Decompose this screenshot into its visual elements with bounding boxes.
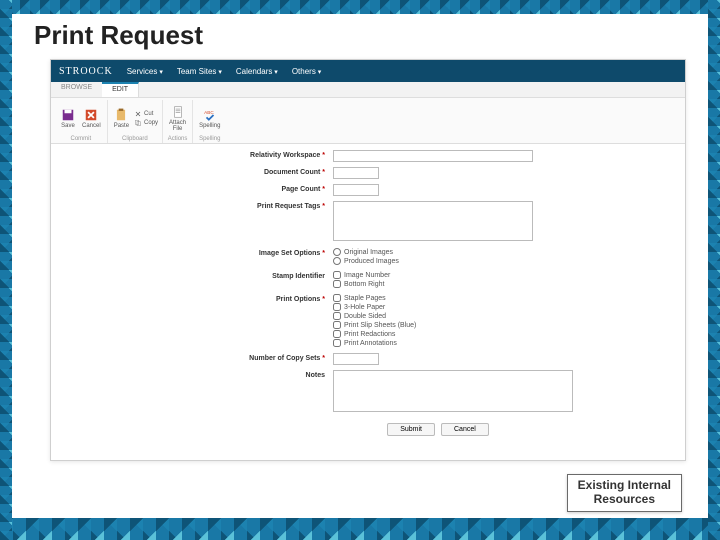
chk-annotations[interactable] [333, 339, 341, 347]
save-button[interactable]: Save [59, 107, 77, 130]
sharepoint-form-screenshot: STROOCK Services Team Sites Calendars Ot… [50, 59, 686, 461]
radio-original-images-label: Original Images [344, 249, 393, 256]
deco-top [0, 0, 720, 14]
image-set-options-group: Original Images Produced Images [333, 248, 399, 266]
copy-label: Copy [144, 120, 158, 126]
nav-calendars[interactable]: Calendars [236, 67, 278, 76]
stamp-identifier-group: Image Number Bottom Right [333, 271, 390, 289]
label-image-set-options: Image Set Options [203, 248, 333, 257]
brand-logo: STROOCK [59, 66, 113, 77]
chk-redactions[interactable] [333, 330, 341, 338]
print-request-form: Relativity Workspace Document Count Page… [203, 150, 673, 458]
cancel-icon [84, 108, 98, 122]
radio-produced-images-label: Produced Images [344, 258, 399, 265]
cancel-ribbon-label: Cancel [82, 123, 101, 129]
deco-left [0, 0, 12, 540]
input-page-count[interactable] [333, 184, 379, 196]
copy-icon [134, 119, 142, 127]
ribbon-caption-actions: Actions [168, 136, 188, 143]
radio-produced-images[interactable] [333, 257, 341, 265]
input-copy-sets[interactable] [333, 353, 379, 365]
slide-caption-line1: Existing Internal [578, 479, 671, 493]
input-print-request-tags[interactable] [333, 201, 533, 241]
label-document-count: Document Count [203, 167, 333, 176]
ribbon-caption-spelling: Spelling [199, 136, 220, 143]
ribbon-group-spelling: ABC Spelling Spelling [193, 100, 226, 143]
slide-caption: Existing Internal Resources [567, 474, 682, 512]
label-stamp-identifier: Stamp Identifier [203, 271, 333, 280]
chk-image-number-label: Image Number [344, 272, 390, 279]
label-relativity-workspace: Relativity Workspace [203, 150, 333, 159]
ribbon-caption-clipboard: Clipboard [122, 136, 148, 143]
ribbon-group-actions: Attach File Actions [163, 100, 193, 143]
label-print-request-tags: Print Request Tags [203, 201, 333, 210]
attach-file-button[interactable]: Attach File [167, 104, 188, 133]
chk-slip-sheets[interactable] [333, 321, 341, 329]
deco-right [708, 0, 720, 540]
chk-3-hole-paper-label: 3-Hole Paper [344, 304, 385, 311]
clipboard-small-col: Cut Copy [134, 110, 158, 127]
chk-slip-sheets-label: Print Slip Sheets (Blue) [344, 322, 416, 329]
deco-bottom [0, 518, 720, 540]
cut-label: Cut [144, 111, 153, 117]
input-relativity-workspace[interactable] [333, 150, 533, 162]
spelling-label: Spelling [199, 123, 220, 129]
save-icon [61, 108, 75, 122]
radio-original-images[interactable] [333, 248, 341, 256]
chk-3-hole-paper[interactable] [333, 303, 341, 311]
chk-annotations-label: Print Annotations [344, 340, 397, 347]
slide-caption-line2: Resources [578, 493, 671, 507]
label-print-options: Print Options [203, 294, 333, 303]
chk-staple-pages[interactable] [333, 294, 341, 302]
cancel-ribbon-button[interactable]: Cancel [80, 107, 103, 130]
chk-double-sided[interactable] [333, 312, 341, 320]
spelling-button[interactable]: ABC Spelling [197, 107, 222, 130]
ribbon-tabs: BROWSE EDIT [51, 82, 685, 98]
label-page-count: Page Count [203, 184, 333, 193]
copy-button[interactable]: Copy [134, 119, 158, 127]
input-notes[interactable] [333, 370, 573, 412]
print-options-group: Staple Pages 3-Hole Paper Double Sided P… [333, 294, 416, 348]
submit-button[interactable]: Submit [387, 423, 435, 436]
paste-icon [114, 108, 128, 122]
chk-redactions-label: Print Redactions [344, 331, 395, 338]
nav-services[interactable]: Services [127, 67, 163, 76]
nav-team-sites[interactable]: Team Sites [177, 67, 222, 76]
chk-double-sided-label: Double Sided [344, 313, 386, 320]
paste-button[interactable]: Paste [112, 107, 131, 130]
label-notes: Notes [203, 370, 333, 379]
save-label: Save [61, 123, 75, 129]
paste-label: Paste [114, 123, 129, 129]
tab-browse[interactable]: BROWSE [51, 82, 102, 97]
input-document-count[interactable] [333, 167, 379, 179]
cut-icon [134, 110, 142, 118]
attach-icon [171, 105, 185, 119]
ribbon-group-commit: Save Cancel Commit [55, 100, 108, 143]
ribbon-group-clipboard: Paste Cut Copy Clipboard [108, 100, 163, 143]
ribbon-caption-commit: Commit [71, 136, 92, 143]
svg-text:ABC: ABC [204, 109, 214, 114]
label-copy-sets: Number of Copy Sets [203, 353, 333, 362]
cut-button[interactable]: Cut [134, 110, 158, 118]
attach-label: Attach File [169, 120, 186, 132]
chk-bottom-right-label: Bottom Right [344, 281, 384, 288]
ribbon: Save Cancel Commit Paste [51, 98, 685, 144]
nav-others[interactable]: Others [292, 67, 321, 76]
chk-staple-pages-label: Staple Pages [344, 295, 386, 302]
tab-edit[interactable]: EDIT [102, 82, 139, 97]
chk-bottom-right[interactable] [333, 280, 341, 288]
top-nav: STROOCK Services Team Sites Calendars Ot… [51, 60, 685, 82]
page-title: Print Request [20, 14, 700, 59]
spelling-icon: ABC [203, 108, 217, 122]
cancel-button[interactable]: Cancel [441, 423, 489, 436]
chk-image-number[interactable] [333, 271, 341, 279]
